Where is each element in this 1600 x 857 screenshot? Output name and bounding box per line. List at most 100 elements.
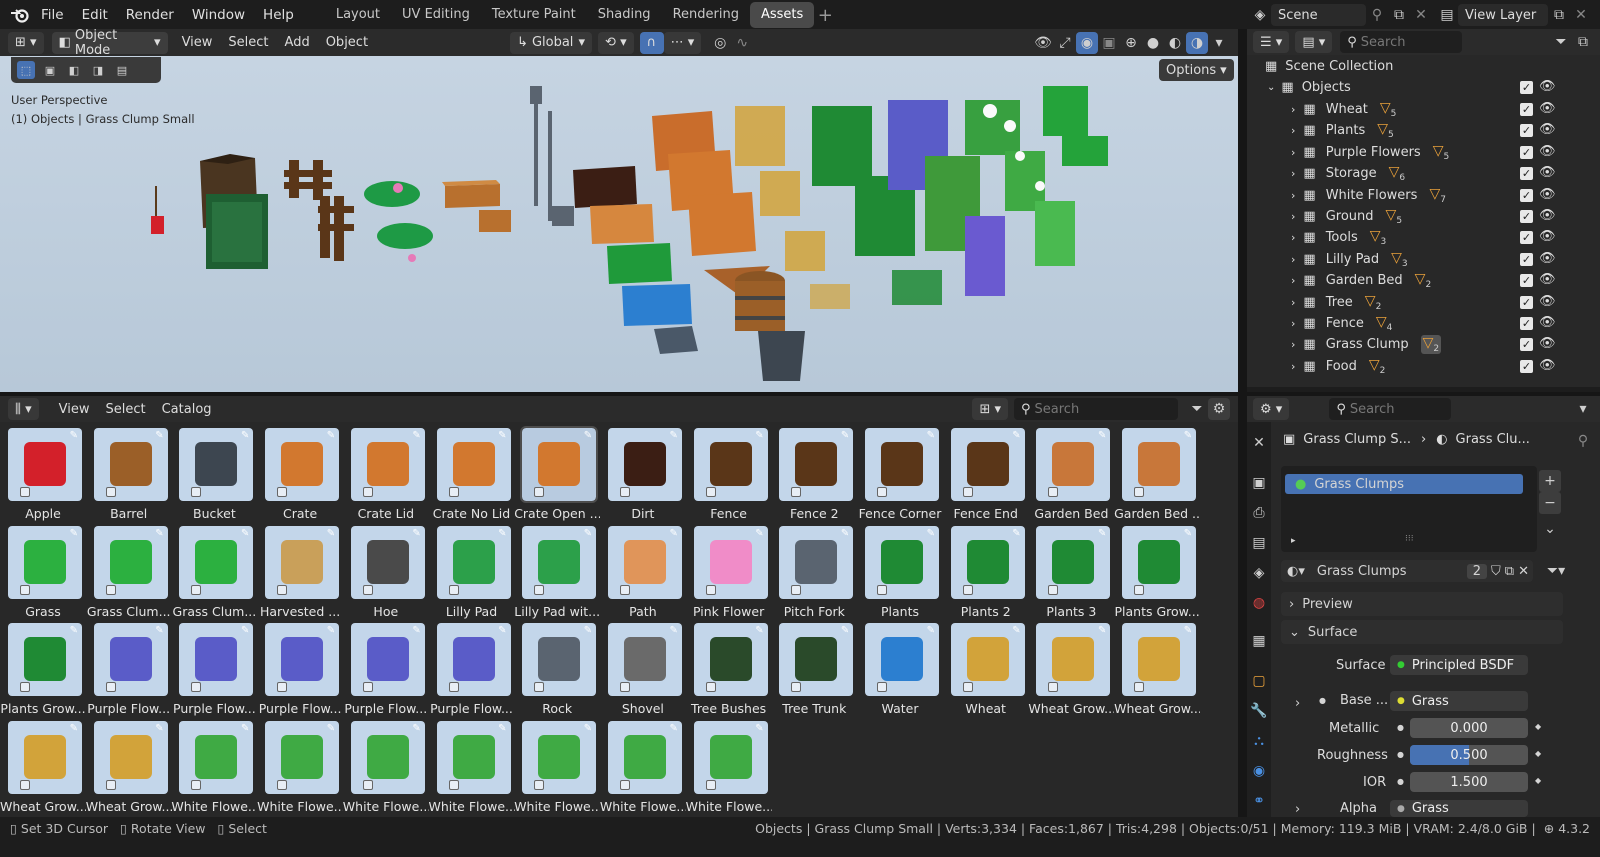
- shading-options-icon[interactable]: ▾: [1208, 32, 1230, 54]
- asset-checkbox[interactable]: [448, 487, 459, 497]
- scene-selector[interactable]: Scene: [1271, 4, 1366, 26]
- duplicate-material-icon[interactable]: ⧉: [1505, 564, 1514, 579]
- props-search-field[interactable]: ⚲ Search: [1329, 398, 1452, 420]
- visibility-eye-icon[interactable]: 👁: [1539, 144, 1556, 159]
- asset-checkbox[interactable]: [619, 779, 630, 790]
- asset-card[interactable]: ✎ Apple: [0, 422, 86, 521]
- tab-uv-editing[interactable]: UV Editing: [391, 2, 481, 28]
- alpha-expand-icon[interactable]: ›: [1295, 802, 1300, 817]
- object-data-icon[interactable]: ▽4: [1376, 314, 1393, 333]
- asset-checkbox[interactable]: [105, 779, 116, 790]
- menu-window[interactable]: Window: [183, 0, 254, 30]
- browse-material-icon[interactable]: ◐▾: [1287, 564, 1305, 579]
- exclude-checkbox[interactable]: ✓: [1520, 295, 1533, 309]
- asset-card[interactable]: ✎ Grass Clum...: [171, 520, 257, 619]
- tab-layout[interactable]: Layout: [325, 2, 391, 28]
- edit-icon[interactable]: ✎: [155, 430, 163, 441]
- asset-card[interactable]: ✎ Barrel: [86, 422, 172, 521]
- asset-checkbox[interactable]: [448, 682, 459, 692]
- 3d-viewport[interactable]: ⬚ ▣ ◧ ◨ ▤ Options ▾ User Perspective (1)…: [0, 56, 1238, 392]
- asset-checkbox[interactable]: [20, 779, 30, 790]
- asset-editor-type-button[interactable]: ⫼ ▾: [8, 398, 39, 420]
- modifier-tab-icon[interactable]: 🔧: [1248, 700, 1270, 722]
- outliner-editor-type-button[interactable]: ☰ ▾: [1253, 31, 1290, 53]
- edit-icon[interactable]: ✎: [1098, 430, 1106, 441]
- unlink-material-icon[interactable]: ✕: [1518, 564, 1529, 579]
- edit-icon[interactable]: ✎: [1012, 430, 1020, 441]
- expand-chevron-icon[interactable]: ⌄: [1267, 82, 1275, 93]
- visibility-eye-icon[interactable]: 👁: [1539, 208, 1556, 223]
- expand-chevron-icon[interactable]: ›: [1291, 296, 1295, 309]
- object-data-icon[interactable]: ▽5: [1380, 100, 1397, 119]
- visibility-eye-icon[interactable]: 👁: [1539, 251, 1556, 266]
- ior-field[interactable]: 1.500: [1410, 772, 1528, 792]
- exclude-checkbox[interactable]: ✓: [1520, 167, 1533, 181]
- asset-card[interactable]: ✎ Grass: [0, 520, 86, 619]
- exclude-checkbox[interactable]: ✓: [1520, 231, 1533, 245]
- asset-checkbox[interactable]: [705, 487, 716, 497]
- asset-checkbox[interactable]: [105, 487, 116, 497]
- surface-shader-field[interactable]: ● Principled BSDF: [1390, 655, 1528, 675]
- asset-card[interactable]: ✎ Purple Flow...: [343, 617, 429, 716]
- outliner-item[interactable]: › ▦ Plants ▽5 ✓ 👁: [1247, 120, 1600, 141]
- edit-icon[interactable]: ✎: [1184, 528, 1192, 539]
- asset-card[interactable]: ✎ Plants 2: [943, 520, 1029, 619]
- edit-icon[interactable]: ✎: [498, 625, 506, 636]
- asset-card[interactable]: ✎ Wheat Grow...: [1028, 617, 1114, 716]
- edit-icon[interactable]: ✎: [927, 625, 935, 636]
- edit-icon[interactable]: ✎: [70, 430, 78, 441]
- edit-icon[interactable]: ✎: [327, 625, 335, 636]
- edit-icon[interactable]: ✎: [327, 528, 335, 539]
- asset-filter-icon[interactable]: ⏷: [1186, 398, 1208, 420]
- asset-checkbox[interactable]: [1048, 682, 1059, 692]
- edit-icon[interactable]: ✎: [1012, 528, 1020, 539]
- edit-icon[interactable]: ✎: [70, 723, 78, 734]
- objects-collection-row[interactable]: ⌄ ▦ Objects ✓ 👁: [1247, 77, 1600, 98]
- edit-icon[interactable]: ✎: [155, 723, 163, 734]
- expand-chevron-icon[interactable]: ›: [1291, 231, 1295, 244]
- asset-menu-select[interactable]: Select: [98, 402, 154, 417]
- asset-checkbox[interactable]: [362, 487, 373, 497]
- outliner-item[interactable]: › ▦ Ground ▽5 ✓ 👁: [1247, 206, 1600, 227]
- menu-file[interactable]: File: [32, 0, 73, 30]
- edit-icon[interactable]: ✎: [584, 723, 592, 734]
- mode-selector[interactable]: ◧ Object Mode ▾: [51, 28, 168, 58]
- edit-icon[interactable]: ✎: [155, 625, 163, 636]
- expand-chevron-icon[interactable]: ›: [1291, 167, 1295, 180]
- edit-icon[interactable]: ✎: [327, 430, 335, 441]
- exclude-checkbox[interactable]: ✓: [1520, 274, 1533, 288]
- asset-card[interactable]: ✎ Wheat: [943, 617, 1029, 716]
- edit-icon[interactable]: ✎: [241, 528, 249, 539]
- ior-socket-icon[interactable]: ●: [1397, 777, 1404, 786]
- edit-icon[interactable]: ✎: [70, 528, 78, 539]
- asset-checkbox[interactable]: [362, 682, 373, 692]
- edit-icon[interactable]: ✎: [412, 625, 420, 636]
- roughness-keyframe-icon[interactable]: ◆: [1535, 749, 1541, 758]
- alpha-field[interactable]: ● Grass: [1390, 800, 1528, 817]
- roughness-slider[interactable]: 0.500: [1410, 745, 1528, 765]
- edit-icon[interactable]: ✎: [670, 723, 678, 734]
- asset-card[interactable]: ✎ White Flowe...: [429, 715, 515, 814]
- view-layer-tab-icon[interactable]: ▤: [1248, 532, 1270, 554]
- asset-card[interactable]: ✎ Plants Grow...: [1114, 520, 1200, 619]
- asset-card[interactable]: ✎ Crate No Lid: [429, 422, 515, 521]
- edit-icon[interactable]: ✎: [670, 528, 678, 539]
- visibility-eye-icon[interactable]: 👁: [1539, 165, 1556, 180]
- asset-checkbox[interactable]: [877, 487, 887, 497]
- delete-scene-icon[interactable]: ✕: [1410, 4, 1432, 26]
- asset-card[interactable]: ✎ Fence: [686, 422, 772, 521]
- asset-card[interactable]: ✎ White Flowe...: [686, 715, 772, 814]
- edit-icon[interactable]: ✎: [327, 723, 335, 734]
- edit-icon[interactable]: ✎: [155, 528, 163, 539]
- asset-checkbox[interactable]: [619, 584, 630, 595]
- edit-icon[interactable]: ✎: [670, 625, 678, 636]
- asset-checkbox[interactable]: [277, 682, 288, 692]
- material-shading-icon[interactable]: ◐: [1164, 32, 1186, 54]
- asset-card[interactable]: ✎ Tree Trunk: [771, 617, 857, 716]
- menu-render[interactable]: Render: [117, 0, 183, 30]
- asset-card[interactable]: ✎ Tree Bushes: [686, 617, 772, 716]
- object-data-icon[interactable]: ▽5: [1377, 121, 1394, 140]
- tab-shading[interactable]: Shading: [587, 2, 662, 28]
- asset-card[interactable]: ✎ Garden Bed ...: [1114, 422, 1200, 521]
- asset-card[interactable]: ✎ Fence 2: [771, 422, 857, 521]
